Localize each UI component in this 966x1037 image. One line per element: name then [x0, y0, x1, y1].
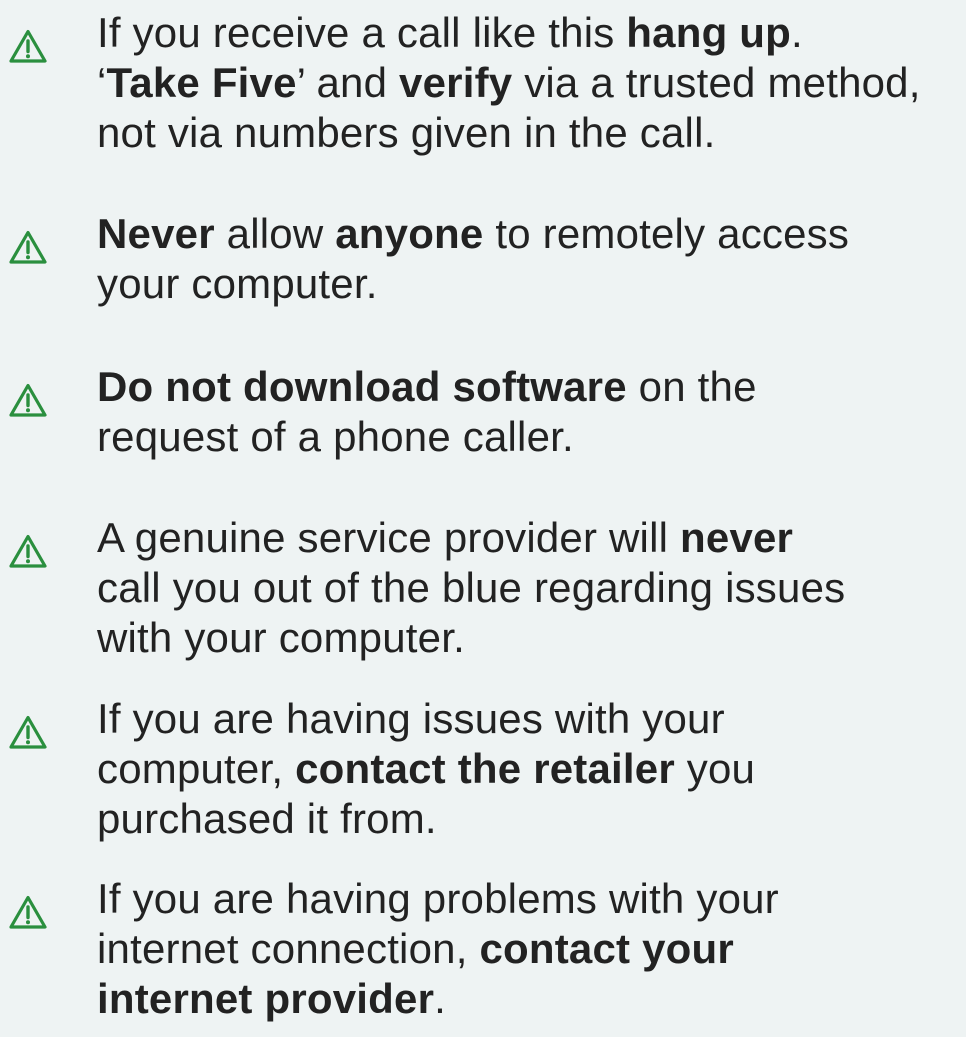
tip-segment: with your computer.: [97, 614, 465, 661]
tip-emphasis: verify: [399, 59, 513, 106]
warning-triangle-icon: [8, 229, 48, 265]
tip-segment: .: [791, 9, 803, 56]
tip-line: internet provider.: [97, 974, 963, 1024]
tip-emphasis: contact your: [479, 925, 734, 972]
tip-line: your computer.: [97, 259, 963, 309]
tip-text: A genuine service provider will never cal…: [97, 513, 963, 663]
tip-segment: via a trusted method,: [512, 59, 921, 106]
warning-triangle-icon: [8, 28, 48, 64]
tip-emphasis: internet provider: [97, 975, 435, 1022]
tip-line: computer, contact the retailer you: [97, 744, 963, 794]
tip-segment: ‘: [97, 59, 107, 106]
warning-triangle-icon: [8, 894, 48, 930]
tip-emphasis: anyone: [335, 210, 484, 257]
tip-emphasis: contact the retailer: [295, 745, 675, 792]
tip-segment: ’ and: [296, 59, 400, 106]
tip-segment: If you are having problems with your: [97, 875, 779, 922]
tip-segment: A genuine service provider will: [97, 514, 681, 561]
safety-tips-list: If you receive a call like this hang up.…: [0, 0, 966, 1037]
tip-segment: call you out of the blue regarding issue…: [97, 564, 846, 611]
tip-line: A genuine service provider will never: [97, 513, 963, 563]
tip-segment: If you receive a call like this: [97, 9, 627, 56]
tip-text: If you receive a call like this hang up.…: [97, 8, 963, 158]
tip-emphasis: Never: [97, 210, 215, 257]
tip-line: internet connection, contact your: [97, 924, 963, 974]
tip-line: not via numbers given in the call.: [97, 108, 963, 158]
tip-segment: on the: [626, 363, 757, 410]
tip-line: with your computer.: [97, 613, 963, 663]
tip-line: ‘Take Five’ and verify via a trusted met…: [97, 58, 963, 108]
tip-line: If you receive a call like this hang up.: [97, 8, 963, 58]
tip-segment: .: [434, 975, 446, 1022]
tip-segment: allow: [214, 210, 336, 257]
tip-segment: computer,: [97, 745, 296, 792]
warning-triangle-icon: [8, 533, 48, 569]
warning-triangle-icon: [8, 382, 48, 418]
tip-segment: request of a phone caller.: [97, 413, 574, 460]
tip-text: If you are having problems with your inte…: [97, 874, 963, 1024]
tip-segment: you: [674, 745, 756, 792]
tip-line: Do not download software on the: [97, 362, 963, 412]
tip-segment: purchased it from.: [97, 795, 437, 842]
tip-emphasis: Take Five: [106, 59, 297, 106]
tip-text: If you are having issues with your comput…: [97, 694, 963, 844]
tip-segment: not via numbers given in the call.: [97, 109, 716, 156]
tip-segment: internet connection,: [97, 925, 480, 972]
tip-line: purchased it from.: [97, 794, 963, 844]
tip-emphasis: never: [680, 514, 794, 561]
tip-emphasis: hang up: [626, 9, 792, 56]
tip-segment: your computer.: [97, 260, 378, 307]
tip-text: Never allow anyone to remotely access you…: [97, 209, 963, 309]
tip-segment: If you are having issues with your: [97, 695, 725, 742]
tip-line: call you out of the blue regarding issue…: [97, 563, 963, 613]
tip-line: request of a phone caller.: [97, 412, 963, 462]
tip-text: Do not download software on the request o…: [97, 362, 963, 462]
tip-line: If you are having issues with your: [97, 694, 963, 744]
tip-segment: to remotely access: [483, 210, 850, 257]
tip-emphasis: Do not download software: [97, 363, 627, 410]
tip-line: If you are having problems with your: [97, 874, 963, 924]
tip-line: Never allow anyone to remotely access: [97, 209, 963, 259]
warning-triangle-icon: [8, 714, 48, 750]
